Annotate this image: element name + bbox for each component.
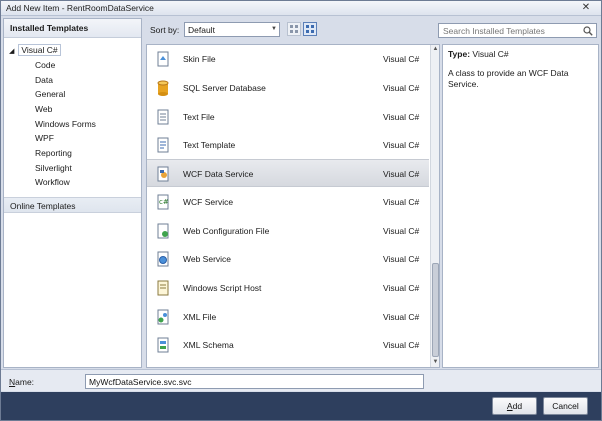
template-row-wcf-data-service[interactable]: WCF Data Service Visual C# <box>147 159 429 187</box>
template-row-wcf-service[interactable]: c# WCF Service Visual C# <box>147 188 429 216</box>
template-description: A class to provide an WCF Data Service. <box>448 68 569 89</box>
type-value: Visual C# <box>472 49 509 59</box>
template-list: Skin File Visual C# SQL Server Database … <box>146 44 440 368</box>
template-row-xml-file[interactable]: XML File Visual C# <box>147 303 429 331</box>
template-language: Visual C# <box>383 340 420 350</box>
template-language: Visual C# <box>383 140 420 150</box>
template-row-sql-server-database[interactable]: SQL Server Database Visual C# <box>147 74 429 102</box>
template-row-skin-file[interactable]: Skin File Visual C# <box>147 45 429 73</box>
search-icon[interactable] <box>583 26 593 36</box>
template-row-web-service[interactable]: Web Service Visual C# <box>147 245 429 273</box>
template-name: SQL Server Database <box>183 83 266 93</box>
svg-text:c#: c# <box>159 198 169 206</box>
template-language: Visual C# <box>383 283 420 293</box>
template-row-windows-script-host[interactable]: Windows Script Host Visual C# <box>147 274 429 302</box>
xml-schema-icon <box>157 337 169 353</box>
template-row-xml-schema[interactable]: XML Schema Visual C# <box>147 331 429 359</box>
template-language: Visual C# <box>383 254 420 264</box>
template-details-pane: Type: Visual C# A class to provide an WC… <box>442 44 599 368</box>
tree-item-wpf[interactable]: WPF <box>35 133 54 145</box>
close-icon[interactable]: ✕ <box>577 2 595 14</box>
template-name: Skin File <box>183 54 216 64</box>
title-bar: Add New Item - RentRoomDataService ✕ <box>1 1 601 16</box>
template-language: Visual C# <box>383 54 420 64</box>
expand-arrow-icon[interactable]: ◢ <box>9 48 14 55</box>
list-scrollbar[interactable]: ▲ ▼ <box>430 45 439 367</box>
online-templates-item[interactable]: Online Templates <box>4 197 141 213</box>
template-row-text-template[interactable]: Text Template Visual C# <box>147 131 429 159</box>
template-language: Visual C# <box>383 197 420 207</box>
search-placeholder: Search Installed Templates <box>443 26 545 36</box>
add-button[interactable]: Add <box>492 397 537 415</box>
templates-tree-pane: Installed Templates ◢ Visual C# Code Data… <box>3 18 142 368</box>
tree-item-data[interactable]: Data <box>35 75 53 87</box>
template-language: Visual C# <box>383 169 420 179</box>
search-input[interactable]: Search Installed Templates <box>438 23 597 38</box>
web-config-icon <box>157 223 169 239</box>
template-language: Visual C# <box>383 226 420 236</box>
template-row-web-configuration-file[interactable]: Web Configuration File Visual C# <box>147 217 429 245</box>
database-icon <box>157 80 169 96</box>
list-view-button[interactable] <box>303 22 317 36</box>
sort-toolbar: Sort by: Default ▼ <box>144 18 432 43</box>
template-language: Visual C# <box>383 112 420 122</box>
small-icons-view-button[interactable] <box>287 22 301 36</box>
sort-by-dropdown[interactable]: Default ▼ <box>184 22 280 37</box>
text-template-icon <box>157 137 169 153</box>
window-title: Add New Item - RentRoomDataService <box>6 3 154 13</box>
tree-node-visual-csharp[interactable]: ◢ Visual C# <box>9 44 61 57</box>
sort-by-label: Sort by: <box>150 25 180 35</box>
chevron-down-icon: ▼ <box>271 26 277 32</box>
template-name: Windows Script Host <box>183 283 262 293</box>
template-name: Web Service <box>183 254 232 264</box>
cancel-button[interactable]: Cancel <box>543 397 588 415</box>
template-row-text-file[interactable]: Text File Visual C# <box>147 103 429 131</box>
tree-node-label: Visual C# <box>18 44 61 56</box>
name-label: Name: <box>9 377 35 387</box>
template-name: WCF Data Service <box>183 169 254 179</box>
tree-item-code[interactable]: Code <box>35 60 55 72</box>
tree-item-general[interactable]: General <box>35 89 65 101</box>
scroll-thumb[interactable] <box>432 263 439 357</box>
grid-view-icon <box>290 25 298 33</box>
dialog-button-bar: Add Cancel <box>1 392 601 420</box>
text-file-icon <box>157 109 169 125</box>
add-new-item-dialog: Add New Item - RentRoomDataService ✕ Ins… <box>0 0 602 421</box>
tree-item-reporting[interactable]: Reporting <box>35 148 72 160</box>
wcf-data-service-icon <box>157 166 169 182</box>
template-language: Visual C# <box>383 312 420 322</box>
name-row: Name: <box>1 369 601 391</box>
xml-file-icon <box>157 309 169 325</box>
script-host-icon <box>157 280 169 296</box>
template-name: Web Configuration File <box>183 226 270 236</box>
scroll-down-arrow-icon[interactable]: ▼ <box>431 358 439 367</box>
tree-item-workflow[interactable]: Workflow <box>35 177 70 189</box>
name-field[interactable] <box>85 374 424 389</box>
tree-item-web[interactable]: Web <box>35 104 52 116</box>
skin-file-icon <box>157 51 169 67</box>
web-service-icon <box>157 251 169 267</box>
template-name: XML File <box>183 312 217 322</box>
template-name: Text Template <box>183 140 236 150</box>
template-name: WCF Service <box>183 197 234 207</box>
wcf-service-icon: c# <box>157 194 169 210</box>
template-language: Visual C# <box>383 83 420 93</box>
installed-templates-header: Installed Templates <box>4 19 141 38</box>
type-label: Type: <box>448 49 471 59</box>
template-name: Text File <box>183 112 215 122</box>
tree-item-silverlight[interactable]: Silverlight <box>35 163 72 175</box>
type-line: Type: Visual C# <box>448 49 509 59</box>
template-name: XML Schema <box>183 340 234 350</box>
scroll-up-arrow-icon[interactable]: ▲ <box>431 45 439 54</box>
tree-item-windows-forms[interactable]: Windows Forms <box>35 119 96 131</box>
list-view-icon <box>306 25 314 33</box>
sort-by-value: Default <box>188 25 215 35</box>
